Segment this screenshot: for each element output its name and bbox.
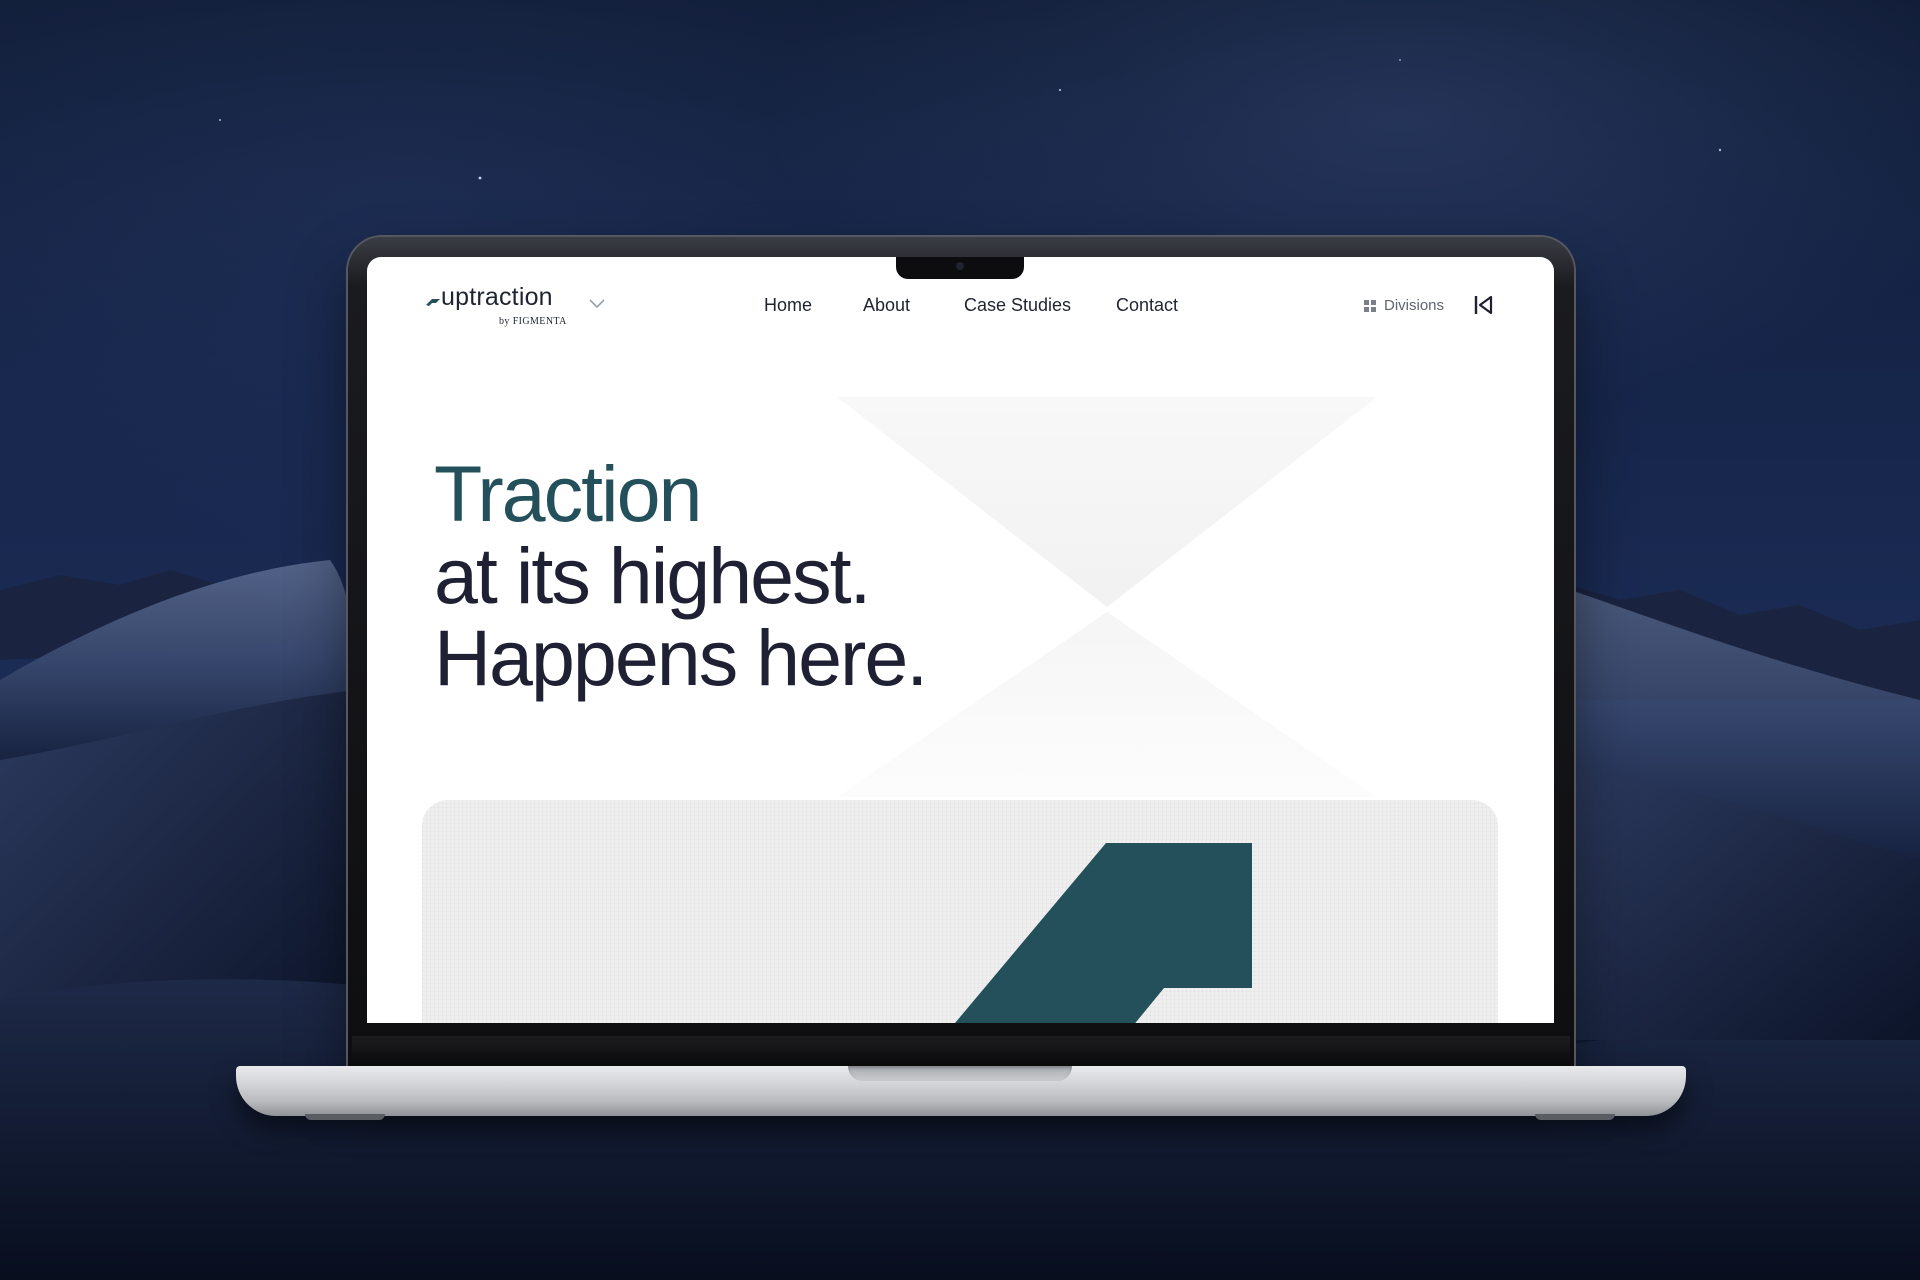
camera-icon [956, 262, 964, 270]
camera-notch [896, 257, 1024, 279]
hero-line-2: at its highest. [434, 531, 871, 620]
hero-line-1: Traction [434, 449, 702, 538]
browser-viewport: uptraction by FIGMENTA Home About Case S… [367, 257, 1554, 1023]
laptop-opening-groove [848, 1066, 1072, 1081]
skip-back-icon[interactable] [1473, 294, 1495, 316]
desktop-background: uptraction by FIGMENTA Home About Case S… [0, 0, 1920, 1280]
divisions-label: Divisions [1384, 297, 1445, 314]
uptraction-arrow-graphic [955, 843, 1252, 1023]
divisions-button[interactable]: Divisions [1364, 297, 1444, 314]
hero-line-3: Happens here. [434, 613, 928, 702]
nav-contact[interactable]: Contact [1116, 295, 1178, 316]
nav-case-studies[interactable]: Case Studies [964, 295, 1071, 316]
grid-icon [1364, 299, 1376, 312]
hero-visual-panel [422, 800, 1498, 1023]
nav-about[interactable]: About [863, 295, 910, 316]
laptop-foot-left [305, 1114, 385, 1120]
nav-home[interactable]: Home [764, 295, 812, 316]
laptop-bezel-bottom [352, 1036, 1570, 1066]
laptop-foot-right [1535, 1114, 1615, 1120]
hero-headline: Traction at its highest. Happens here. [434, 449, 928, 702]
